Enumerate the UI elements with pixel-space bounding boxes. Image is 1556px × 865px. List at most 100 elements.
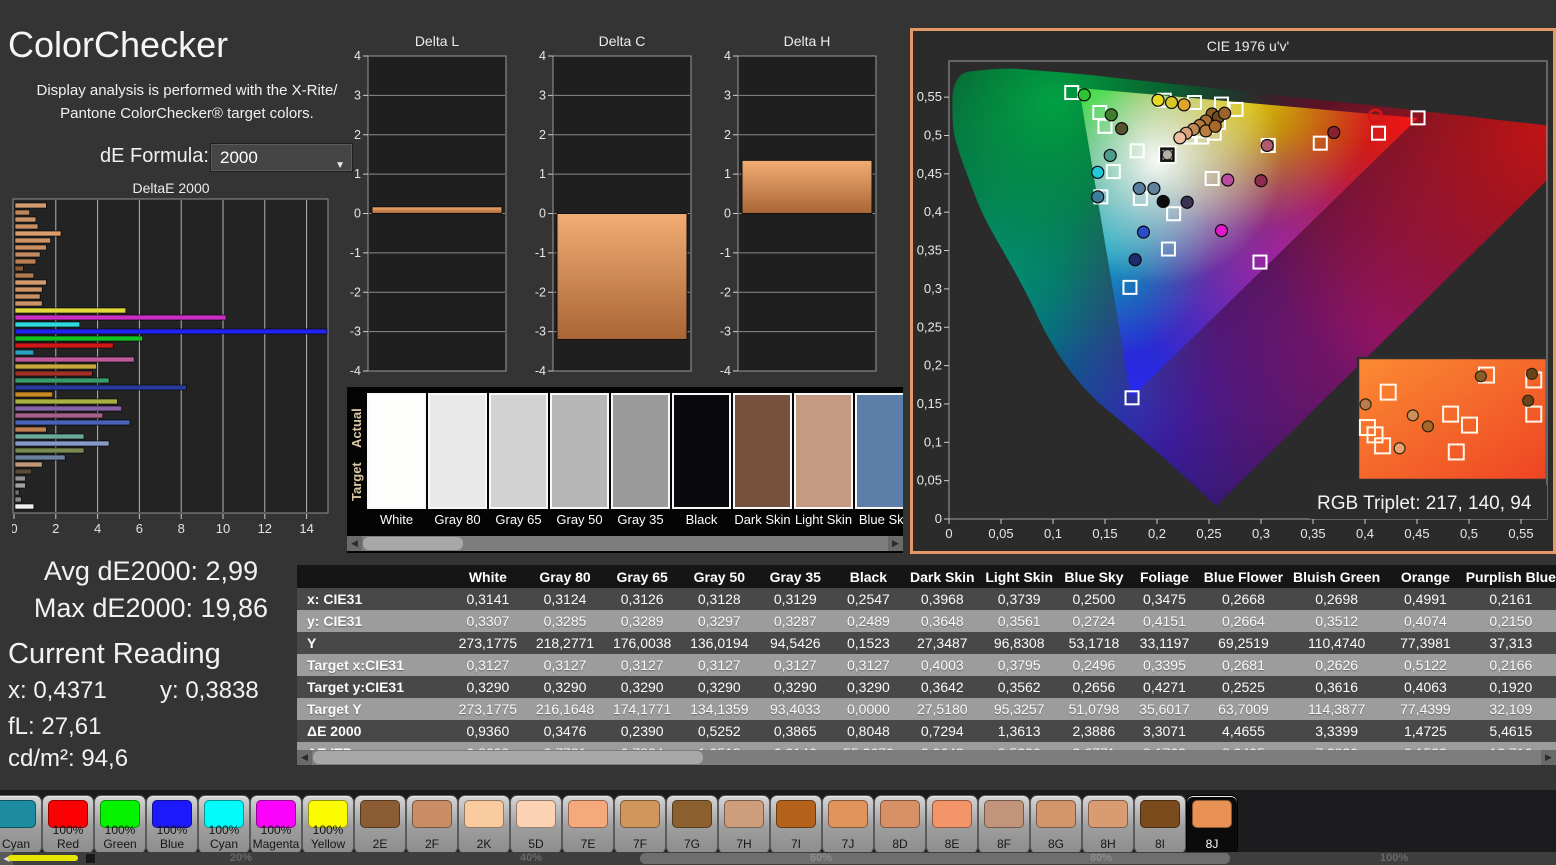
- table-cell: 0,2698: [1288, 588, 1385, 610]
- table-cell: 218,2771: [527, 632, 604, 654]
- current-x: x: 0,4371: [8, 677, 107, 705]
- svg-text:2: 2: [354, 128, 361, 142]
- table-cell: 0,3127: [527, 654, 604, 676]
- table-cell: 95,3257: [981, 698, 1058, 720]
- table-cell: 0,3285: [527, 610, 604, 632]
- patch-button-7f[interactable]: 7F: [614, 795, 666, 854]
- current-fl: fL: 27,61: [8, 713, 101, 741]
- svg-text:0,2: 0,2: [1148, 526, 1166, 541]
- swatch-chip: [611, 393, 670, 509]
- table-cell: 0,3290: [758, 676, 833, 698]
- de-formula-select[interactable]: 2000 ▼: [210, 143, 353, 172]
- patch-button-8d[interactable]: 8D: [874, 795, 926, 854]
- patch-button-8h[interactable]: 8H: [1082, 795, 1134, 854]
- de-bar: [15, 476, 25, 481]
- row-label: ΔE 2000: [297, 720, 449, 742]
- table-cell: 0,3124: [527, 588, 604, 610]
- cie-chart-title: CIE 1976 u'v': [1207, 38, 1289, 54]
- table-cell: 32,109: [1466, 698, 1556, 720]
- swatch-chip: [733, 393, 792, 509]
- cie-measurement-marker: [1116, 123, 1128, 135]
- table-cell: 93,4033: [758, 698, 833, 720]
- table-cell: 3,3071: [1130, 720, 1199, 742]
- patch-button-8e[interactable]: 8E: [926, 795, 978, 854]
- table-cell: 0,5122: [1385, 654, 1465, 676]
- table-row: ΔE 20000,93600,34760,23900,52520,38650,8…: [297, 720, 1556, 742]
- patch-button-7e[interactable]: 7E: [562, 795, 614, 854]
- scroll-right-icon[interactable]: ▶: [1541, 750, 1556, 765]
- patch-button-100-cyan[interactable]: 100% Cyan: [198, 795, 250, 854]
- color-patch: [568, 800, 608, 828]
- patch-button-8j[interactable]: 8J: [1186, 795, 1238, 854]
- de-bar: [15, 259, 36, 264]
- svg-text:1: 1: [724, 167, 731, 181]
- table-scroll-thumb[interactable]: [313, 751, 703, 764]
- patch-button-2e[interactable]: 2E: [354, 795, 406, 854]
- svg-text:0,5: 0,5: [1460, 526, 1478, 541]
- patch-button-100red[interactable]: 100% Red: [42, 795, 94, 854]
- table-cell: 2,3886: [1058, 720, 1130, 742]
- patch-button-8g[interactable]: 8G: [1030, 795, 1082, 854]
- patch-button-7j[interactable]: 7J: [822, 795, 874, 854]
- scroll-right-icon[interactable]: ▶: [888, 536, 903, 551]
- swatch-scroll-thumb[interactable]: [363, 537, 463, 550]
- cie-measurement-marker: [1181, 196, 1193, 208]
- patch-label: 7F: [615, 838, 665, 851]
- toolbar-scrollbar[interactable]: ◀ 20%40%60%80%100%: [0, 852, 1556, 865]
- table-cell: 0,5252: [681, 720, 758, 742]
- patch-label: 8I: [1135, 838, 1185, 851]
- patch-button-2f[interactable]: 2F: [406, 795, 458, 854]
- patch-button-cyan[interactable]: Cyan: [0, 795, 42, 854]
- patch-button-100-green[interactable]: 100% Green: [94, 795, 146, 854]
- svg-text:0: 0: [539, 207, 546, 221]
- svg-text:0,55: 0,55: [917, 89, 942, 104]
- table-cell: 0,3289: [603, 610, 681, 632]
- de-bar: [15, 308, 126, 313]
- swatch-scrollbar[interactable]: ◀ ▶: [347, 536, 903, 551]
- patch-label: 7E: [563, 838, 613, 851]
- strip-notch: [86, 854, 95, 863]
- patch-button-5d[interactable]: 5D: [510, 795, 562, 854]
- scroll-left-icon[interactable]: ◀: [297, 750, 312, 765]
- patch-button-100-blue[interactable]: 100% Blue: [146, 795, 198, 854]
- patch-button-8f[interactable]: 8F: [978, 795, 1030, 854]
- svg-text:-2: -2: [350, 285, 361, 299]
- patch-button-100-magenta[interactable]: 100% Magenta: [250, 795, 302, 854]
- actual-label: Actual: [349, 397, 365, 459]
- patch-label: 8E: [927, 838, 977, 851]
- strip-percent-label: 80%: [1090, 852, 1112, 864]
- svg-text:2: 2: [52, 521, 59, 536]
- patch-label: 7H: [719, 838, 769, 851]
- svg-text:0,45: 0,45: [1404, 526, 1429, 541]
- cie-measurement-marker: [1261, 139, 1273, 151]
- toolbar-scroll-thumb[interactable]: [640, 853, 1230, 864]
- de-formula-value: 2000: [220, 148, 258, 167]
- table-cell: 0,3141: [449, 588, 527, 610]
- patch-label: 7G: [667, 838, 717, 851]
- patch-button-7h[interactable]: 7H: [718, 795, 770, 854]
- table-cell: 0,3287: [758, 610, 833, 632]
- svg-text:0,1: 0,1: [1044, 526, 1062, 541]
- patch-label: 2E: [355, 838, 405, 851]
- scroll-left-icon[interactable]: ◀: [347, 536, 362, 551]
- patch-button-7i[interactable]: 7I: [770, 795, 822, 854]
- col-header-blue-sky: Blue Sky: [1058, 565, 1130, 588]
- swatch-gray-80: Gray 80: [428, 393, 487, 527]
- patch-button-100-yellow[interactable]: 100% Yellow: [302, 795, 354, 854]
- svg-text:4: 4: [354, 49, 361, 63]
- swatch-label: Gray 65: [489, 512, 548, 527]
- de-bar: [15, 483, 25, 488]
- patch-button-2k[interactable]: 2K: [458, 795, 510, 854]
- table-scrollbar[interactable]: ◀ ▶: [297, 750, 1556, 765]
- patch-label: 7J: [823, 838, 873, 851]
- chevron-down-icon: ▼: [335, 152, 345, 179]
- patch-button-7g[interactable]: 7G: [666, 795, 718, 854]
- swatch-chip: [428, 393, 487, 509]
- svg-text:-3: -3: [720, 325, 731, 339]
- table-cell: 0,3127: [758, 654, 833, 676]
- swatch-chip: [489, 393, 548, 509]
- swatch-label: Blue Sky: [855, 512, 903, 527]
- patch-button-8i[interactable]: 8I: [1134, 795, 1186, 854]
- table-cell: 27,5180: [904, 698, 981, 720]
- color-patch: [672, 800, 712, 828]
